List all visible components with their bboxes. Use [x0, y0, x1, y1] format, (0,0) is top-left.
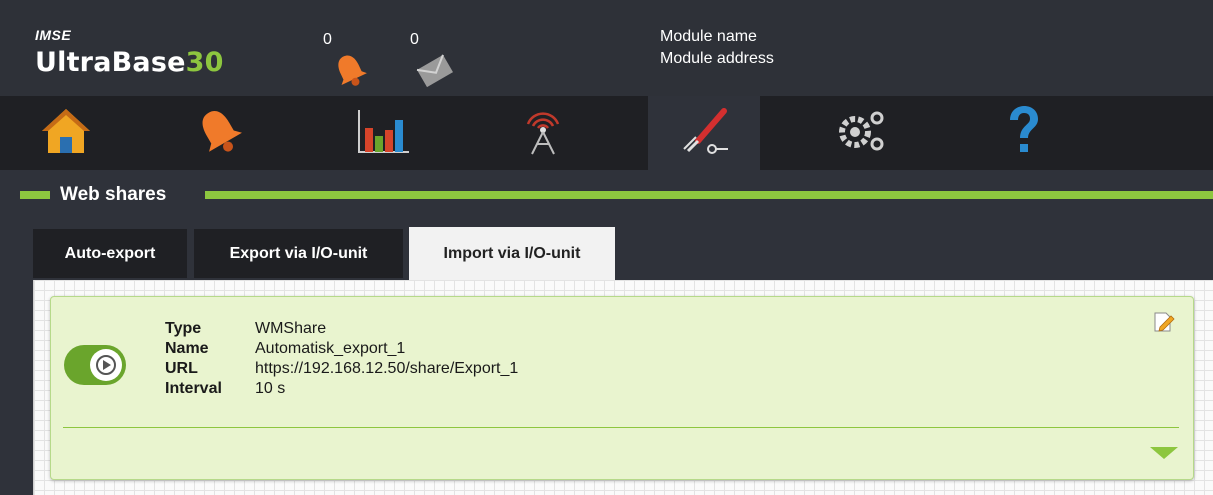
- module-info: Module name Module address: [660, 26, 774, 70]
- chevron-down-icon[interactable]: [1148, 445, 1180, 466]
- help-icon: [1002, 104, 1046, 163]
- home-icon: [38, 105, 94, 162]
- enable-toggle[interactable]: [64, 345, 126, 385]
- gears-icon: [831, 104, 891, 163]
- nav-item-help[interactable]: [968, 96, 1080, 170]
- section-accent-right: [205, 191, 1213, 199]
- message-count: 0: [410, 31, 419, 48]
- bar-chart-icon: [355, 106, 411, 161]
- brand-name: UltraBase: [35, 47, 186, 78]
- brand-logo: UltraBase30: [35, 47, 224, 78]
- edit-icon[interactable]: [1152, 310, 1176, 339]
- module-name: Module name: [660, 28, 757, 45]
- nav-item-statistics[interactable]: [327, 96, 439, 170]
- tab-export-via-io-unit[interactable]: Export via I/O-unit: [194, 229, 403, 278]
- alarm-count: 0: [323, 31, 332, 48]
- brand-number: 30: [185, 47, 224, 78]
- property-label: Name: [165, 340, 209, 357]
- section-title: Web shares: [60, 184, 167, 205]
- property-value: https://192.168.12.50/share/Export_1: [255, 360, 519, 377]
- property-value: Automatisk_export_1: [255, 340, 406, 357]
- nav-item-settings[interactable]: [805, 96, 917, 170]
- nav-item-communication[interactable]: [487, 96, 599, 170]
- envelope-icon[interactable]: [414, 52, 456, 95]
- brand-vendor: IMSE: [35, 27, 72, 43]
- card-divider: [63, 427, 1179, 428]
- alarm-bell-icon[interactable]: [330, 50, 370, 95]
- section-header: Web shares: [0, 180, 1213, 210]
- property-label: Interval: [165, 380, 222, 397]
- play-icon: [90, 349, 122, 381]
- main-nav: [0, 96, 1213, 170]
- nav-item-home[interactable]: [10, 96, 122, 170]
- section-accent-left: [20, 191, 50, 199]
- module-address: Module address: [660, 50, 774, 67]
- alarm-bell-icon: [192, 104, 246, 163]
- tab-import-via-io-unit[interactable]: Import via I/O-unit: [409, 227, 615, 280]
- app-header: IMSE UltraBase30 0 0 Module name Module …: [0, 0, 1213, 96]
- tab-auto-export[interactable]: Auto-export: [33, 229, 187, 278]
- nav-item-alarms[interactable]: [163, 96, 275, 170]
- nav-item-tools[interactable]: [648, 96, 760, 170]
- property-label: URL: [165, 360, 198, 377]
- property-value: WMShare: [255, 320, 327, 337]
- antenna-icon: [516, 104, 570, 163]
- property-label: Type: [165, 320, 202, 337]
- tools-icon: [676, 105, 732, 162]
- property-value: 10 s: [255, 380, 286, 397]
